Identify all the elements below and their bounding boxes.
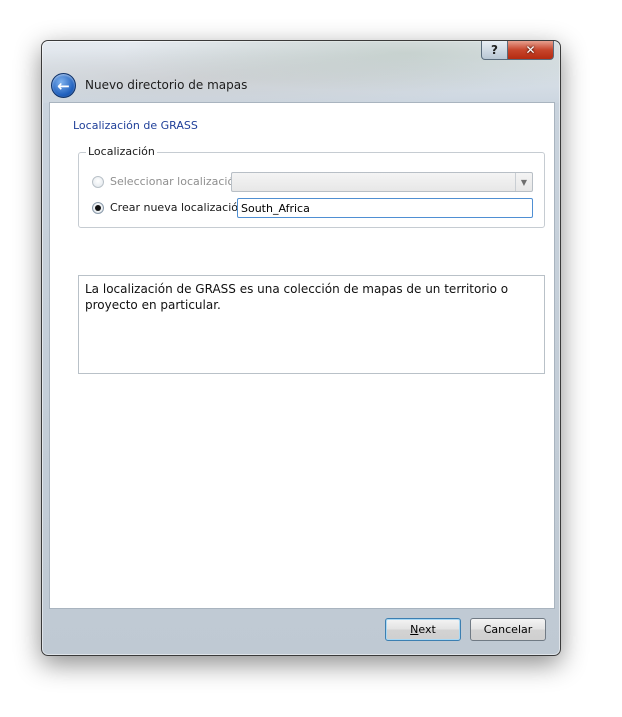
close-button[interactable]: ✕ (508, 41, 554, 60)
help-button[interactable]: ? (481, 41, 508, 60)
location-group-legend: Localización (86, 145, 157, 158)
cancel-button-label: Cancelar (483, 623, 533, 636)
select-location-option: Seleccionar localización (92, 175, 241, 188)
chevron-down-icon: ▼ (515, 173, 532, 191)
page-subtitle: Localización de GRASS (73, 119, 198, 132)
wizard-page: Localización de GRASS Localización Selec… (49, 102, 555, 609)
description-textbox: La localización de GRASS es una colecció… (78, 275, 545, 374)
create-location-label[interactable]: Crear nueva localización (110, 201, 245, 214)
back-button[interactable]: ← (51, 73, 76, 98)
cancel-button[interactable]: Cancelar (470, 618, 546, 641)
select-location-label: Seleccionar localización (110, 175, 242, 188)
create-location-option[interactable]: Crear nueva localización (92, 201, 245, 214)
back-arrow-icon: ← (57, 76, 70, 95)
next-button[interactable]: Next (385, 618, 461, 641)
wizard-window: ? ✕ ← Nuevo directorio de mapas Localiza… (41, 40, 561, 656)
select-location-radio (92, 175, 104, 188)
location-combobox: ▼ (231, 172, 533, 192)
caption-buttons: ? ✕ (481, 41, 554, 61)
create-location-radio[interactable] (92, 201, 104, 214)
help-icon: ? (491, 43, 498, 57)
location-groupbox: Localización Seleccionar localización ▼ … (78, 145, 545, 228)
close-icon: ✕ (525, 43, 536, 57)
window-title: Nuevo directorio de mapas (85, 78, 248, 92)
new-location-input[interactable] (237, 198, 533, 218)
next-button-label: Next (410, 623, 436, 636)
